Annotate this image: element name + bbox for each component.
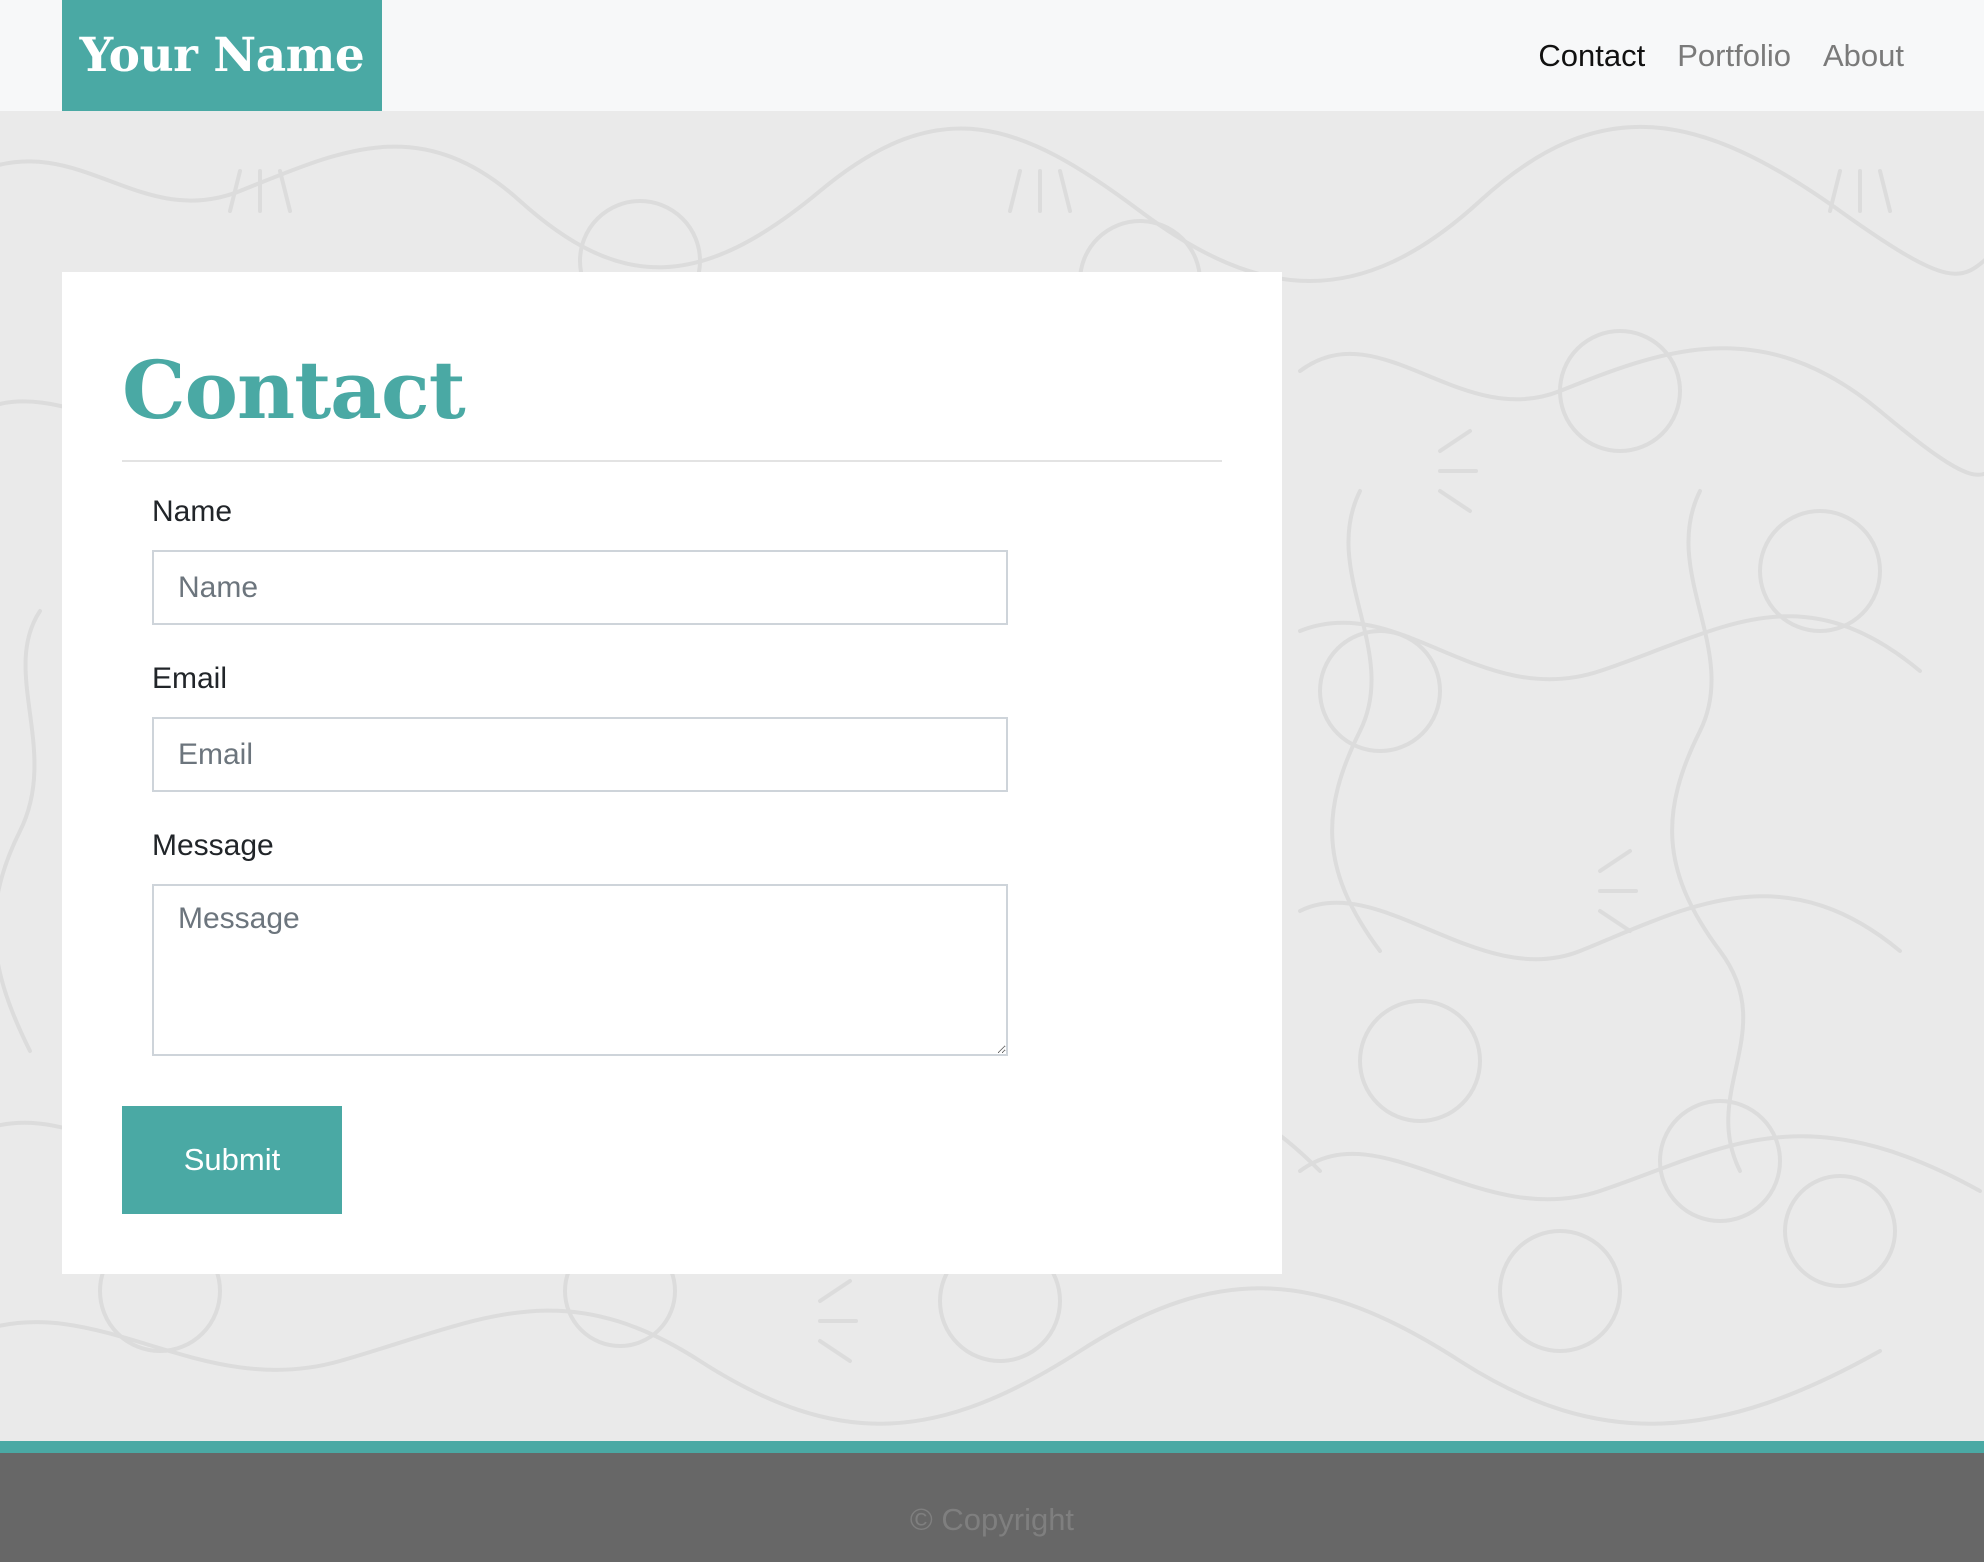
page-title: Contact bbox=[122, 343, 466, 437]
contact-form: Name Email Message bbox=[152, 494, 1008, 1088]
message-label: Message bbox=[152, 829, 274, 862]
navbar: Your Name Contact Portfolio About bbox=[0, 0, 1984, 111]
name-label: Name bbox=[152, 495, 233, 528]
email-input[interactable] bbox=[152, 717, 1008, 792]
nav-link-portfolio[interactable]: Portfolio bbox=[1677, 38, 1791, 74]
nav-link-about[interactable]: About bbox=[1823, 38, 1904, 74]
brand-logo[interactable]: Your Name bbox=[62, 0, 382, 111]
copyright-text: © Copyright bbox=[909, 1502, 1075, 1537]
message-textarea[interactable] bbox=[152, 884, 1008, 1056]
nav-links: Contact Portfolio About bbox=[1538, 0, 1904, 111]
footer: © Copyright bbox=[0, 1453, 1984, 1562]
name-input[interactable] bbox=[152, 550, 1008, 625]
contact-card: Contact Name Email Message Submit bbox=[62, 272, 1282, 1274]
nav-link-contact[interactable]: Contact bbox=[1538, 38, 1645, 74]
email-label: Email bbox=[152, 662, 228, 695]
title-divider bbox=[122, 460, 1222, 462]
submit-button[interactable]: Submit bbox=[122, 1106, 342, 1214]
footer-accent-stripe bbox=[0, 1441, 1984, 1453]
